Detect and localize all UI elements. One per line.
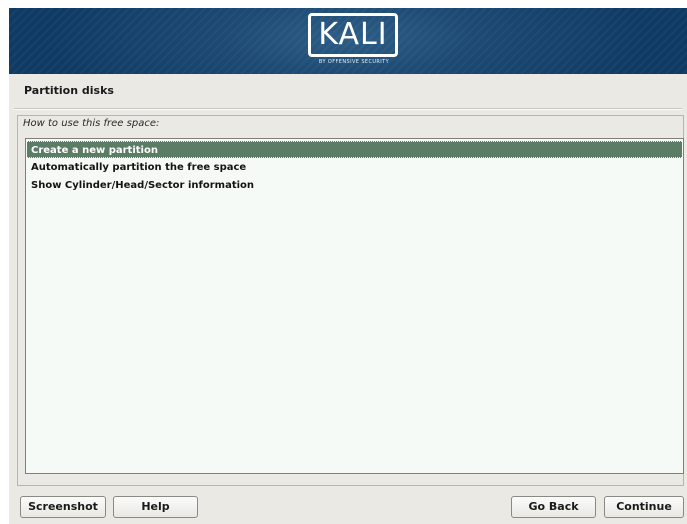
logo-text: KALI [318,17,388,52]
title-divider [14,108,682,110]
page-title: Partition disks [24,84,114,97]
logo-subtext: BY OFFENSIVE SECURITY [318,59,390,65]
kali-banner: KALI BY OFFENSIVE SECURITY [9,8,687,74]
logo-frame: KALI [308,13,398,57]
list-item-auto-partition-free-space[interactable]: Automatically partition the free space [27,159,682,176]
screenshot-button[interactable]: Screenshot [20,496,106,518]
go-back-button[interactable]: Go Back [511,496,596,518]
partition-options-list[interactable]: Create a new partition Automatically par… [25,138,684,474]
installer-window: KALI BY OFFENSIVE SECURITY Partition dis… [9,8,687,524]
continue-button[interactable]: Continue [604,496,684,518]
help-button[interactable]: Help [113,496,198,518]
list-item-show-chs-information[interactable]: Show Cylinder/Head/Sector information [27,177,682,194]
list-item-create-new-partition[interactable]: Create a new partition [27,141,682,158]
question-label: How to use this free space: [23,118,160,129]
kali-logo: KALI BY OFFENSIVE SECURITY [306,13,404,70]
